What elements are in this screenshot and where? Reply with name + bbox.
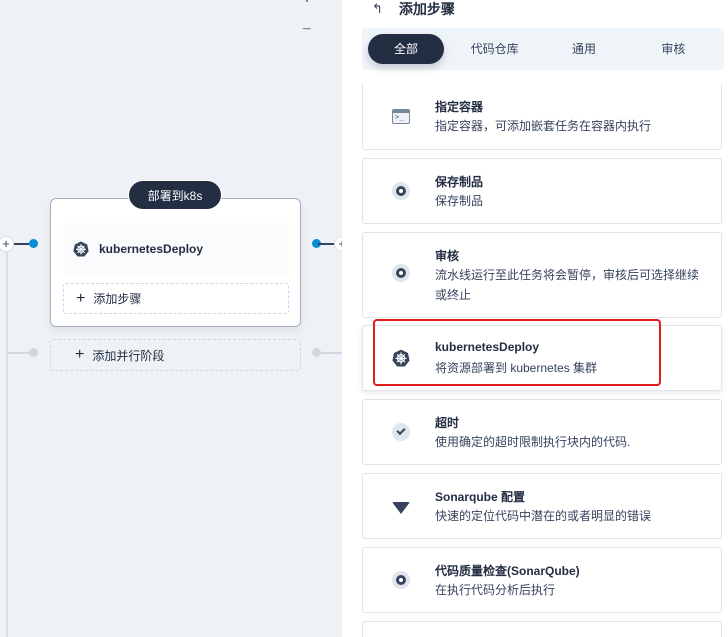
ring-icon xyxy=(391,263,411,283)
item-name: Sonarqube 配置 xyxy=(435,490,526,504)
item-desc: 保存制品 xyxy=(435,194,484,208)
ring-icon xyxy=(391,181,411,201)
category-tabs: 全部 代码仓库 通用 审核 xyxy=(362,28,724,70)
list-item-partial[interactable] xyxy=(362,621,722,637)
tab-review[interactable]: 审核 xyxy=(629,34,718,64)
parallel-connector-line xyxy=(8,352,30,354)
kubernetes-icon xyxy=(73,241,89,257)
item-name: 保存制品 xyxy=(435,175,484,189)
item-desc: 指定容器，可添加嵌套任务在容器内执行 xyxy=(435,119,652,133)
item-desc: 在执行代码分析后执行 xyxy=(435,583,556,597)
stage-title[interactable]: 部署到k8s xyxy=(128,180,222,210)
sonarqube-icon xyxy=(391,498,411,518)
ring-icon xyxy=(391,570,411,590)
item-name: 代码质量检查(SonarQube) xyxy=(435,564,580,578)
item-name: 超时 xyxy=(435,416,460,430)
pipeline-track-line xyxy=(6,250,8,637)
zoom-out-button[interactable]: − xyxy=(302,22,311,38)
item-desc: 流水线运行至此任务将会暂停，审核后可选择继续或终止 xyxy=(435,268,700,302)
parallel-connector-line xyxy=(318,352,342,354)
panel-header: ↰ 添加步骤 xyxy=(372,0,455,18)
terminal-icon: >_ xyxy=(391,106,411,126)
connector-dot xyxy=(29,239,38,248)
item-name: 指定容器 xyxy=(435,100,484,114)
tab-all[interactable]: 全部 xyxy=(368,34,444,64)
list-item-container[interactable]: >_ 指定容器 指定容器，可添加嵌套任务在容器内执行 xyxy=(362,84,722,150)
add-step-label: 添加步骤 xyxy=(93,292,142,306)
list-item-sonarqube-config[interactable]: Sonarqube 配置 快速的定位代码中潜在的或者明显的错误 xyxy=(362,473,722,539)
clock-icon xyxy=(391,422,411,442)
panel-title: 添加步骤 xyxy=(398,1,455,17)
list-item-review[interactable]: 审核 流水线运行至此任务将会暂停，审核后可选择继续或终止 xyxy=(362,232,722,318)
canvas-tick xyxy=(306,0,308,2)
add-parallel-label: 添加并行阶段 xyxy=(92,348,165,363)
tab-general[interactable]: 通用 xyxy=(539,34,628,64)
parallel-connector-dot xyxy=(29,348,38,357)
stage-card[interactable]: kubernetesDeploy + 添加步骤 xyxy=(50,198,301,327)
back-icon[interactable]: ↰ xyxy=(372,2,383,15)
tab-code-repo[interactable]: 代码仓库 xyxy=(450,34,539,64)
add-stage-before-button[interactable]: + xyxy=(0,236,14,252)
add-step-button[interactable]: + 添加步骤 xyxy=(63,283,289,314)
list-item-timeout[interactable]: 超时 使用确定的超时限制执行块内的代码. xyxy=(362,399,722,465)
item-desc: 使用确定的超时限制执行块内的代码. xyxy=(435,435,631,449)
plus-icon: + xyxy=(75,346,85,363)
pipeline-canvas: − + kubernetesDeploy + 添加步骤 部署到k8s + + 添… xyxy=(0,0,342,637)
step-name: kubernetesDeploy xyxy=(99,242,204,256)
item-name: 审核 xyxy=(435,249,460,263)
plus-icon: + xyxy=(76,289,86,307)
item-desc: 快速的定位代码中潜在的或者明显的错误 xyxy=(435,509,652,523)
highlight-box xyxy=(373,319,661,386)
add-parallel-stage-button[interactable]: + 添加并行阶段 xyxy=(50,339,301,371)
add-stage-after-button[interactable]: + xyxy=(334,236,342,252)
list-item-archive[interactable]: 保存制品 保存制品 xyxy=(362,158,722,224)
step-kubernetes-deploy[interactable]: kubernetesDeploy xyxy=(63,223,289,275)
list-item-sonarqube-check[interactable]: 代码质量检查(SonarQube) 在执行代码分析后执行 xyxy=(362,547,722,613)
